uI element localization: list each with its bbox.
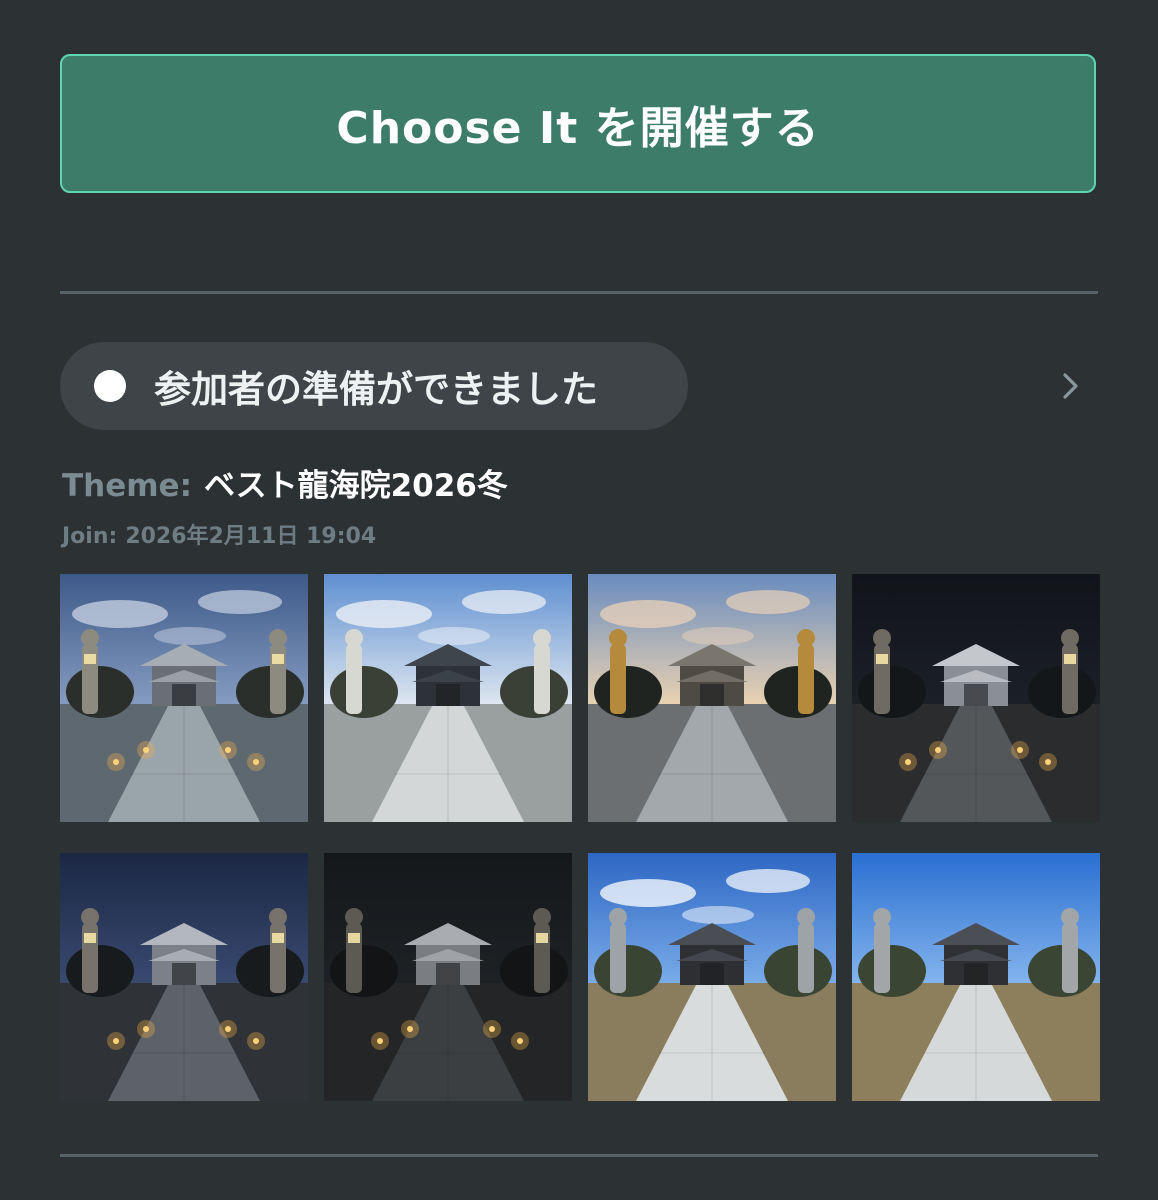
status-text: 参加者の準備ができました [154, 368, 598, 411]
temple-photo-image [324, 853, 572, 1101]
photo-thumbnail[interactable] [588, 574, 836, 822]
join-date: 2026年2月11日 19:04 [125, 524, 377, 549]
participants-ready-row[interactable]: 参加者の準備ができました [60, 342, 1098, 432]
temple-photo-image [60, 853, 308, 1101]
photo-thumbnail[interactable] [852, 574, 1100, 822]
temple-photo-image [588, 574, 836, 822]
status-pill[interactable]: 参加者の準備ができました [60, 342, 688, 430]
temple-photo-image [324, 574, 572, 822]
photo-thumbnail[interactable] [60, 574, 308, 822]
temple-photo-image [588, 853, 836, 1101]
status-dot-icon [94, 370, 126, 402]
chevron-right-icon[interactable] [1056, 372, 1084, 400]
photo-thumbnail[interactable] [324, 574, 572, 822]
join-label: Join: [62, 524, 118, 549]
theme-line: Theme: ベスト龍海院2026冬 [62, 460, 508, 505]
photo-grid [60, 574, 1100, 1101]
theme-value: ベスト龍海院2026冬 [203, 468, 508, 504]
theme-label: Theme: [62, 468, 192, 504]
divider [60, 1154, 1098, 1157]
photo-thumbnail[interactable] [852, 853, 1100, 1101]
host-choose-it-button[interactable]: Choose It を開催する [60, 54, 1096, 193]
temple-photo-image [60, 574, 308, 822]
photo-thumbnail[interactable] [588, 853, 836, 1101]
temple-photo-image [852, 574, 1100, 822]
temple-photo-image [852, 853, 1100, 1101]
page: Choose It を開催する 参加者の準備ができました Theme: ベスト龍海… [0, 0, 1158, 1200]
photo-thumbnail[interactable] [324, 853, 572, 1101]
photo-thumbnail[interactable] [60, 853, 308, 1101]
join-line: Join: 2026年2月11日 19:04 [62, 518, 376, 550]
divider [60, 291, 1098, 294]
